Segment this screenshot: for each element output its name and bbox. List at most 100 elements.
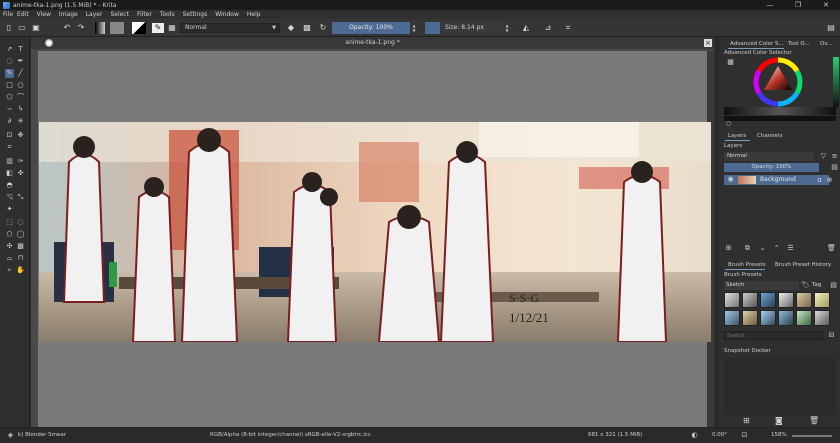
undo-icon[interactable]: ↶ [62,23,72,33]
multibrush-tool-icon[interactable]: ✳ [16,117,25,126]
brush-preset-6[interactable] [814,292,830,308]
document-tab[interactable]: anime-tka-1.png * × [31,37,714,49]
opacity-slider[interactable]: Opacity: 100% [332,22,410,34]
freehand-brush-tool-icon[interactable]: ✎ [5,69,14,78]
brush-preset-10[interactable] [778,310,794,326]
menu-help[interactable]: Help [247,11,261,18]
menu-view[interactable]: View [37,11,51,18]
opacity-stepper[interactable]: ▲ ▼ [411,23,417,33]
size-slider[interactable]: Size: 8.14 px [441,22,503,34]
dynamic-brush-tool-icon[interactable]: ∂ [5,117,14,126]
bezier-tool-icon[interactable]: ∽ [5,105,14,114]
line-tool-icon[interactable]: ╱ [16,69,25,78]
add-layer-icon[interactable]: ⊞ [724,244,733,253]
snapshot-list[interactable] [724,357,836,415]
pan-tool-icon[interactable]: ✋ [16,266,25,275]
open-document-icon[interactable]: ▭ [17,23,27,33]
color-history-strip[interactable] [833,57,839,107]
status-rotation[interactable]: 0.00° [712,432,727,438]
menu-tools[interactable]: Tools [160,11,175,18]
mirror-vertical-icon[interactable]: ⊿ [543,23,553,33]
brush-preset-5[interactable] [796,292,812,308]
color-patches[interactable] [724,107,836,115]
wrap-around-icon[interactable]: ⌗ [563,23,573,33]
tab-brush-presets[interactable]: Brush Presets [728,262,766,268]
tab-channels[interactable]: Channels [757,133,782,139]
smart-patch-tool-icon[interactable]: ✜ [16,169,25,178]
assistant-tool-icon[interactable]: ◹ [5,193,14,202]
new-snapshot-icon[interactable]: ⊞ [743,416,750,425]
move-layer-down-icon[interactable]: ⌄ [758,244,767,253]
mirror-horizontal-icon[interactable]: ◭ [521,23,531,33]
circle-option-icon[interactable]: ○ [724,119,733,128]
tab-advanced-color-selector[interactable]: Advanced Color S... [730,41,784,47]
save-icon[interactable]: ▣ [31,23,41,33]
minimize-button[interactable]: — [760,0,780,10]
gradient-swatch[interactable] [95,22,105,34]
zoom-tool-icon[interactable]: ⌕ [5,266,14,275]
delete-layer-icon[interactable]: 🗑 [827,244,836,253]
zoom-fit-icon[interactable]: ⊡ [740,431,749,440]
tab-brush-preset-history[interactable]: Brush Preset History [775,262,831,268]
eraser-mode-icon[interactable]: ◆ [286,23,296,33]
visibility-eye-icon[interactable]: ◉ [726,175,735,184]
brush-preset-11[interactable] [796,310,812,326]
reload-preset-icon[interactable]: ↻ [318,23,328,33]
contiguous-selection-tool-icon[interactable]: ✣ [5,242,14,251]
crop-tool-icon[interactable]: ⌗ [5,143,14,152]
menu-edit[interactable]: Edit [17,11,29,18]
brush-view-options-icon[interactable]: ▤ [829,281,838,290]
text-tool-icon[interactable]: T [16,45,25,54]
maximize-button[interactable]: ❐ [788,0,808,10]
tab-overview[interactable]: Ov... [820,41,832,47]
polygon-tool-icon[interactable]: ⬠ [5,93,14,102]
color-swap-icon[interactable] [132,22,146,34]
transform-tool-icon[interactable]: ⊡ [5,131,14,140]
select-shapes-tool-icon[interactable]: ➚ [5,45,14,54]
delete-snapshot-icon[interactable]: 🗑 [809,416,819,425]
new-document-icon[interactable]: ▯ [4,23,14,33]
brush-tag-select[interactable]: Sketch [724,281,799,290]
menu-layer[interactable]: Layer [86,11,103,18]
save-search-icon[interactable]: ⊟ [827,331,836,340]
brush-preset-9[interactable] [760,310,776,326]
snapshot-camera-icon[interactable]: ◙ [775,416,783,425]
size-stepper[interactable]: ▲ ▼ [504,23,510,33]
polyline-tool-icon[interactable]: ⌒ [16,93,25,102]
layer-thumbnail-size-icon[interactable]: ▤ [830,163,839,172]
elliptical-selection-tool-icon[interactable]: ◌ [16,218,25,227]
gradient-tool-icon[interactable]: ▥ [5,157,14,166]
status-zoom[interactable]: 158% [771,432,787,438]
brush-preset-4[interactable] [778,292,794,308]
menu-file[interactable]: File [3,11,13,18]
freehand-path-tool-icon[interactable]: ϟ [16,105,25,114]
layer-settings-icon[interactable]: ≡ [830,152,839,161]
layer-opacity-slider[interactable]: Opacity: 100% [724,163,819,172]
brush-preset-icon[interactable]: ✎ [152,23,164,33]
brush-preset-2[interactable] [742,292,758,308]
brush-preset-3[interactable] [760,292,776,308]
colorize-mask-tool-icon[interactable]: ◧ [5,169,14,178]
menu-window[interactable]: Window [215,11,239,18]
rectangular-selection-tool-icon[interactable]: ⬚ [5,218,14,227]
tag-label[interactable]: Tag [812,282,821,288]
layer-row-background[interactable]: ◉ Background [724,175,829,185]
freehand-selection-tool-icon[interactable]: ◯ [16,230,25,239]
color-settings-icon[interactable]: ▦ [726,58,735,67]
status-brush-name[interactable]: k) Blender Smear [18,432,66,438]
ellipse-tool-icon[interactable]: ○ [16,81,25,90]
duplicate-layer-icon[interactable]: ⧉ [743,244,752,253]
redo-icon[interactable]: ↷ [76,23,86,33]
inherit-alpha-icon[interactable]: ⊕ [825,176,834,185]
menu-settings[interactable]: Settings [183,11,208,18]
workspace-switcher-icon[interactable]: ▤ [826,23,836,33]
tab-layers[interactable]: Layers [728,133,746,139]
reference-images-tool-icon[interactable]: ✦ [5,205,14,214]
close-window-button[interactable]: ✕ [816,0,836,10]
alpha-lock-icon[interactable]: α [815,176,824,185]
move-tool-icon[interactable]: ✥ [16,131,25,140]
brush-preset-8[interactable] [742,310,758,326]
brush-search-input[interactable] [724,331,824,340]
grid-options-icon[interactable]: ▦ [167,23,177,33]
tag-icon[interactable]: 🏷 [801,281,810,290]
